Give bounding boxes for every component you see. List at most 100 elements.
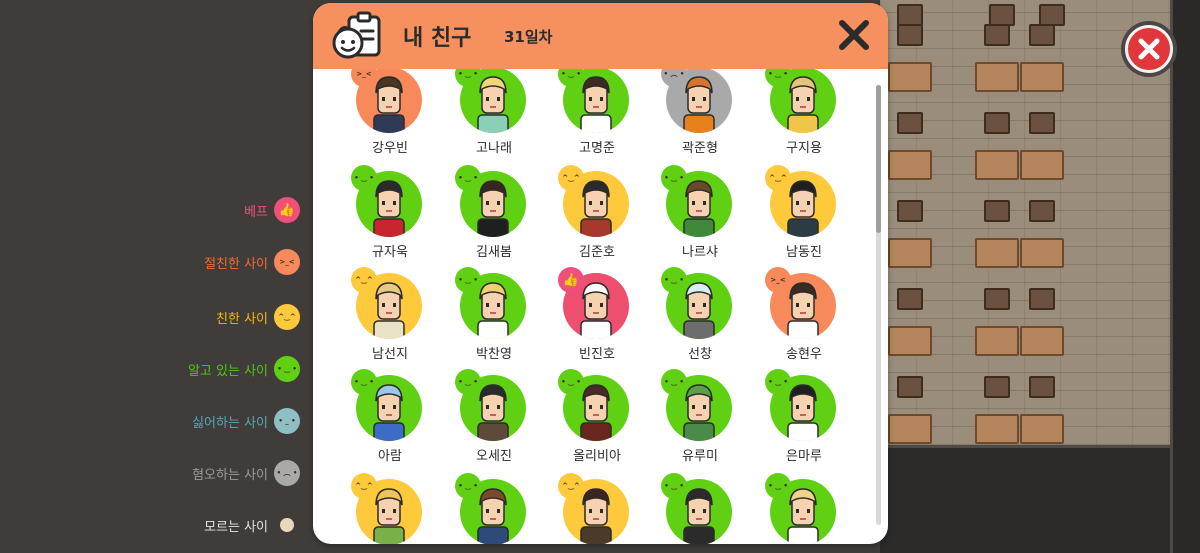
grin-squint-face-icon: >_< xyxy=(274,249,300,275)
friend-card[interactable]: • ‿ • 고나래 xyxy=(444,69,544,163)
classroom-bottom-wall xyxy=(880,445,1170,553)
friend-name: 강우빈 xyxy=(372,141,408,156)
happy-face-icon: ^‿^ xyxy=(558,473,584,499)
friend-card[interactable]: • ‿ • 유루미 xyxy=(650,369,750,471)
friend-card[interactable]: • ‿ • 올리비아 xyxy=(547,369,647,471)
friend-name: 박찬영 xyxy=(476,347,512,362)
avatar xyxy=(683,384,715,441)
friend-grid[interactable]: >_< 강우빈 • ‿ • 고나래 • ‿ • 고명준 • ︵ • 곽준형 • ‿ • 구지용 • … xyxy=(313,69,888,544)
friend-card[interactable]: 👍 빈진호 xyxy=(547,267,647,369)
avatar xyxy=(580,282,612,339)
avatar xyxy=(373,76,405,133)
classroom-chair xyxy=(984,112,1010,134)
friend-card[interactable]: >_< 송현우 xyxy=(754,267,854,369)
friend-name: 규자욱 xyxy=(372,245,408,260)
friend-card[interactable]: • ‿ • 고명준 xyxy=(547,69,647,163)
classroom-desk xyxy=(888,62,932,92)
friend-card[interactable]: ^‿^ 남선지 xyxy=(340,267,440,369)
friend-card[interactable]: • ‿ • 나르샤 xyxy=(650,165,750,267)
legend-item: 베프 👍 xyxy=(244,195,300,225)
classroom-desk xyxy=(1020,150,1064,180)
classroom-chair xyxy=(1029,24,1055,46)
avatar xyxy=(787,282,819,339)
legend-label: 알고 있는 사이 xyxy=(187,363,268,379)
legend-label: 모르는 사이 xyxy=(204,519,268,535)
classroom-desk xyxy=(888,238,932,268)
classroom-desk xyxy=(975,414,1019,444)
classroom-chair xyxy=(1029,112,1055,134)
friend-card[interactable]: • ‿ • 구지용 xyxy=(754,69,854,163)
friend-name: 곽준형 xyxy=(682,141,718,156)
classroom-wall xyxy=(1170,0,1200,553)
friend-card[interactable]: • ‿ • xyxy=(754,473,854,544)
classroom-chair xyxy=(897,4,923,26)
friend-name: 빈진호 xyxy=(579,347,615,362)
avatar xyxy=(683,180,715,237)
friend-name: 남동진 xyxy=(786,245,822,260)
thumbs-up-icon: 👍 xyxy=(558,267,584,293)
classroom-chair xyxy=(897,24,923,46)
friend-name: 송현우 xyxy=(786,347,822,362)
friend-card[interactable]: • ‿ • 규자욱 xyxy=(340,165,440,267)
avatar xyxy=(787,384,819,441)
friend-name: 김준호 xyxy=(579,245,615,260)
classroom-chair xyxy=(984,24,1010,46)
avatar xyxy=(477,180,509,237)
legend-item: 친한 사이 ^‿^ xyxy=(216,302,300,332)
smile-face-icon: • ‿ • xyxy=(765,473,791,499)
smile-face-icon: • ‿ • xyxy=(661,473,687,499)
friend-card[interactable]: • ‿ • 오세진 xyxy=(444,369,544,471)
friend-card[interactable]: • ‿ • 아람 xyxy=(340,369,440,471)
classroom-desk xyxy=(1020,62,1064,92)
classroom-desk xyxy=(888,326,932,356)
classroom-desk xyxy=(975,326,1019,356)
smile-face-icon: • ‿ • xyxy=(661,165,687,191)
screen-close-button[interactable] xyxy=(1121,21,1177,77)
smile-face-icon: • ‿ • xyxy=(274,356,300,382)
friend-name: 김새봄 xyxy=(476,245,512,260)
day-counter: 31일차 xyxy=(504,28,553,46)
classroom-chair xyxy=(897,288,923,310)
friend-card[interactable]: • ‿ • xyxy=(650,473,750,544)
classroom-desk xyxy=(975,150,1019,180)
friend-card[interactable]: ^‿^ xyxy=(340,473,440,544)
friend-card[interactable]: >_< 강우빈 xyxy=(340,69,440,163)
avatar xyxy=(580,180,612,237)
friend-card[interactable]: • ‿ • xyxy=(444,473,544,544)
friend-name: 오세진 xyxy=(476,449,512,464)
smile-face-icon: • ‿ • xyxy=(455,165,481,191)
friend-card[interactable]: ^‿^ xyxy=(547,473,647,544)
classroom-chair xyxy=(984,288,1010,310)
friend-card[interactable]: • ‿ • 김새봄 xyxy=(444,165,544,267)
avatar xyxy=(580,76,612,133)
close-cross-icon xyxy=(1138,38,1160,60)
avatar xyxy=(580,384,612,441)
friend-name: 은마루 xyxy=(786,449,822,464)
friend-card[interactable]: • ‿ • 은마루 xyxy=(754,369,854,471)
legend-item: 절친한 사이 >_< xyxy=(204,247,300,277)
scrollbar[interactable] xyxy=(876,85,881,525)
friend-name: 고나래 xyxy=(476,141,512,156)
classroom-chair xyxy=(897,112,923,134)
avatar xyxy=(787,180,819,237)
legend-item: 혐오하는 사이 • ︵ • xyxy=(192,458,300,488)
friend-card[interactable]: • ‿ • 박찬영 xyxy=(444,267,544,369)
happy-face-icon: ^‿^ xyxy=(274,304,300,330)
close-icon[interactable] xyxy=(836,17,872,53)
avatar xyxy=(477,282,509,339)
classroom-chair xyxy=(1029,376,1055,398)
classroom-chair xyxy=(897,376,923,398)
dot-icon xyxy=(280,518,294,532)
happy-face-icon: ^‿^ xyxy=(351,473,377,499)
friend-name: 남선지 xyxy=(372,347,408,362)
friend-card[interactable]: • ‿ • 선창 xyxy=(650,267,750,369)
friend-card[interactable]: ^‿^ 남동진 xyxy=(754,165,854,267)
scrollbar-thumb[interactable] xyxy=(876,85,881,233)
friend-card[interactable]: • ︵ • 곽준형 xyxy=(650,69,750,163)
legend-item: 알고 있는 사이 • ‿ • xyxy=(188,354,300,384)
dialog-header: 내 친구 31일차 xyxy=(313,3,888,69)
avatar xyxy=(477,384,509,441)
friend-card[interactable]: ^‿^ 김준호 xyxy=(547,165,647,267)
smile-face-icon: • ‿ • xyxy=(455,473,481,499)
legend-item: 싫어하는 사이 • _ • xyxy=(192,406,300,436)
